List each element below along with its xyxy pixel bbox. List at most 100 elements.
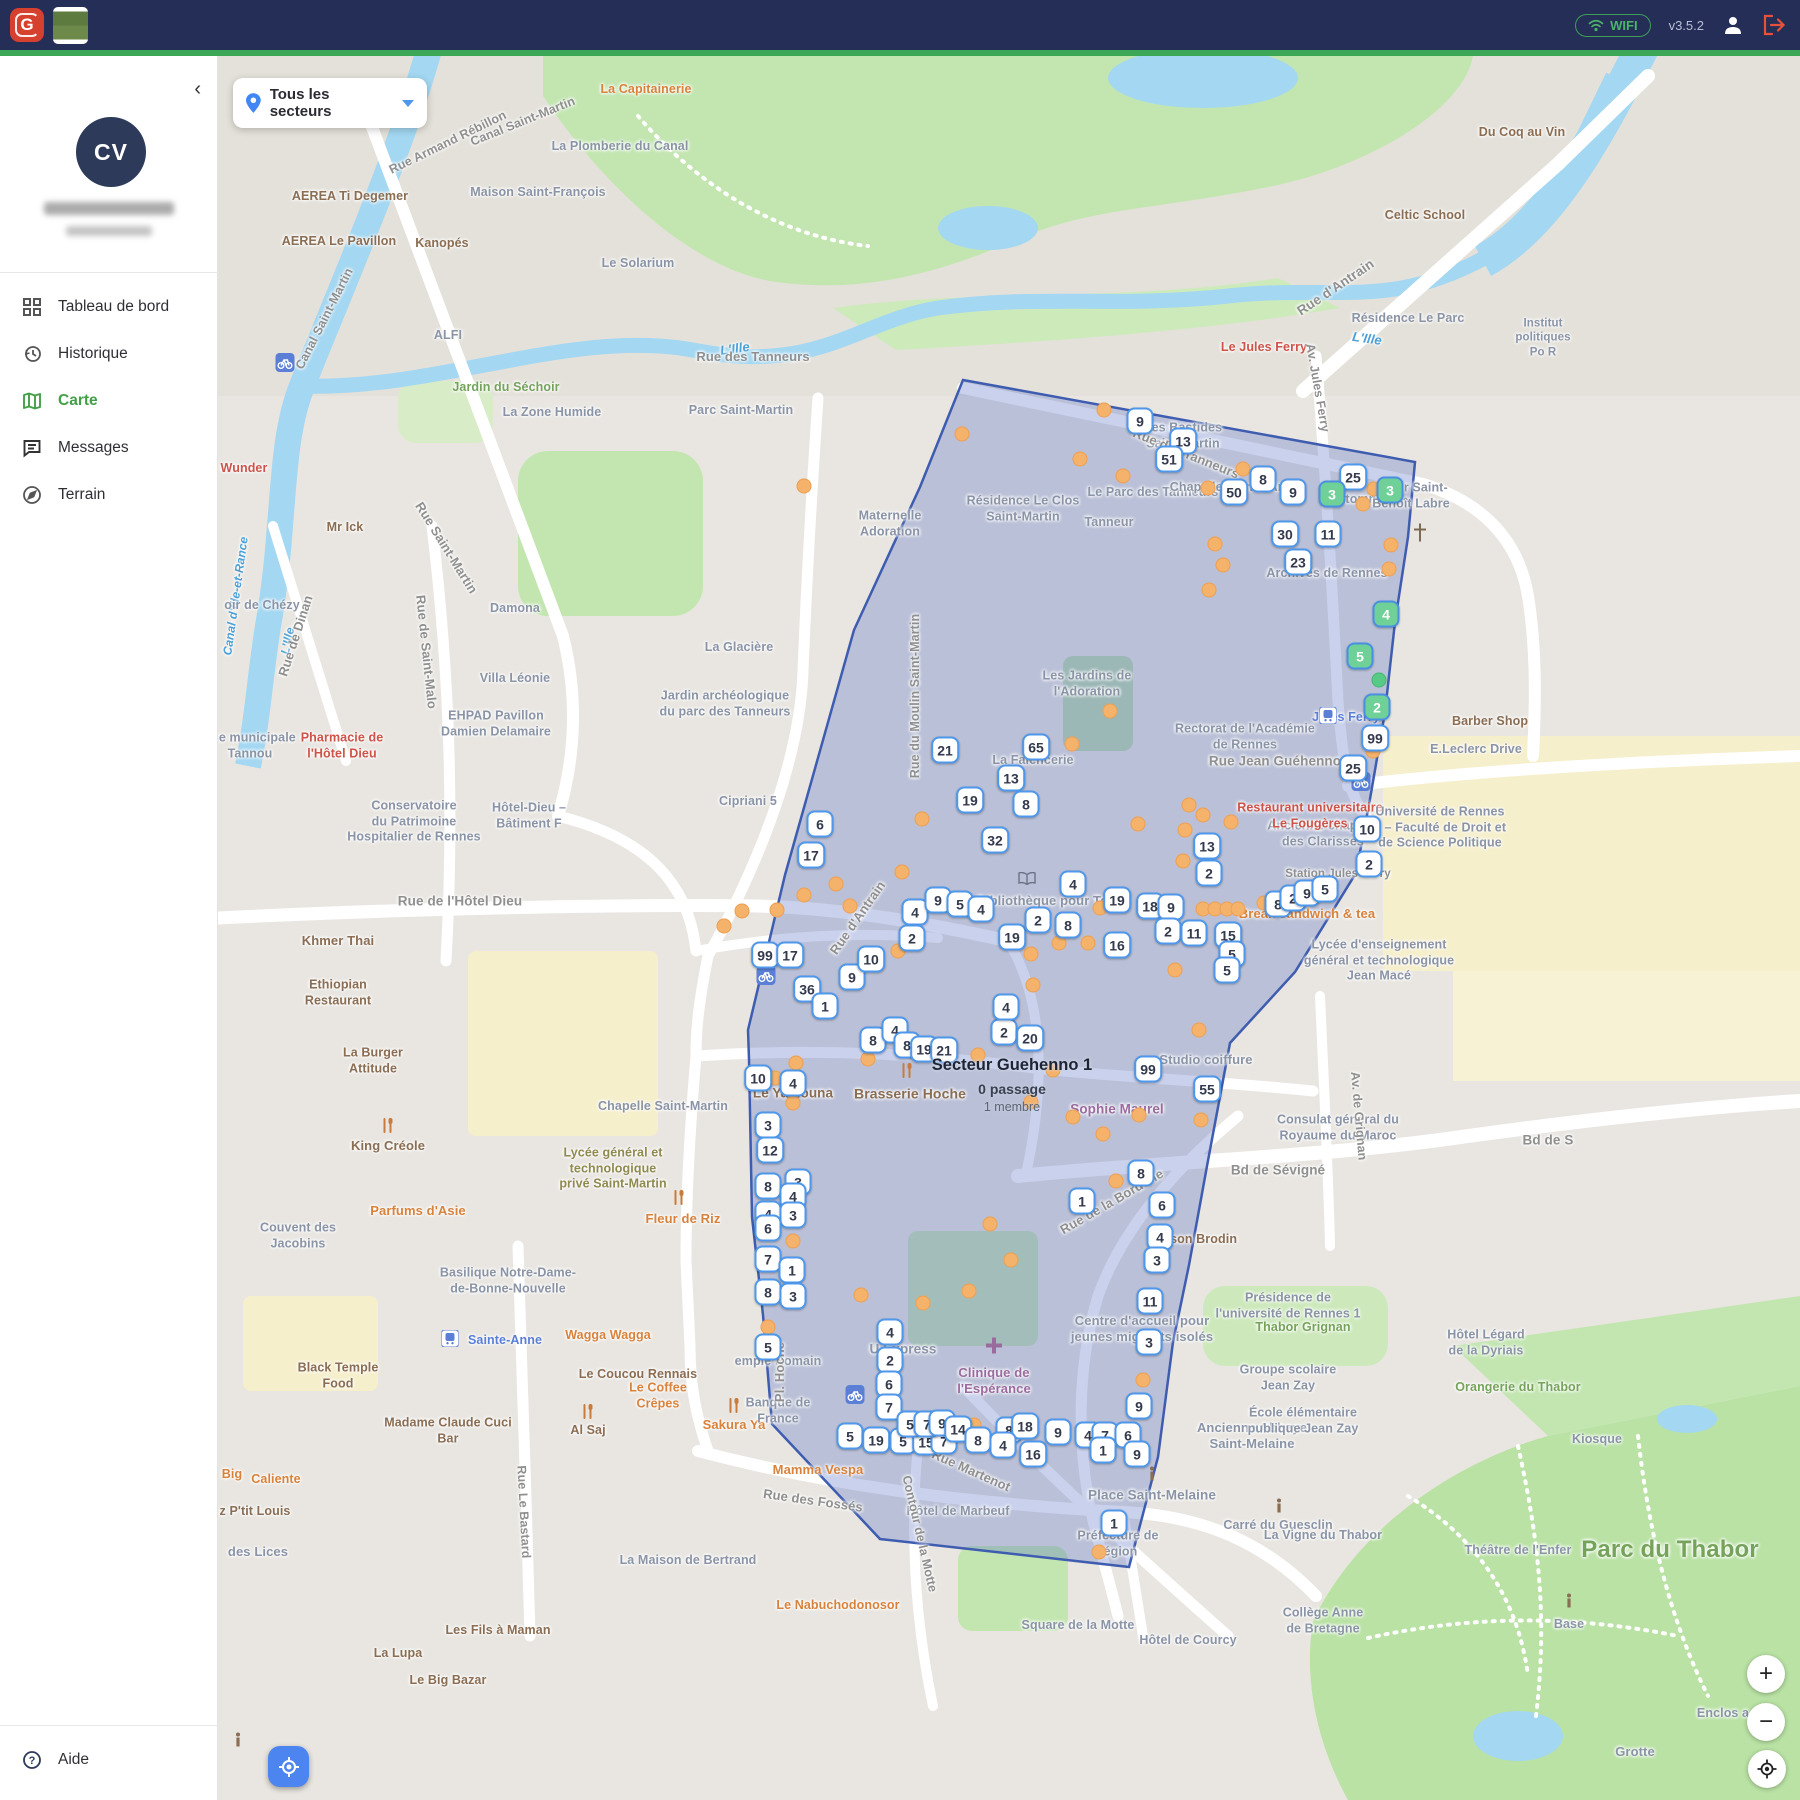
orange-dot-marker[interactable] [1136,1373,1151,1388]
orange-dot-marker[interactable] [1132,1108,1147,1123]
orange-dot-marker[interactable] [916,1296,931,1311]
map-marker[interactable]: 13 [1193,833,1221,860]
orange-dot-marker[interactable] [962,1284,977,1299]
map-marker[interactable]: 5 [1214,957,1241,984]
orange-dot-marker[interactable] [1216,558,1231,573]
map-marker[interactable]: 5 [1347,643,1374,670]
orange-dot-marker[interactable] [1194,1113,1209,1128]
map-marker[interactable]: 2 [991,1019,1018,1046]
sidebar-collapse-icon[interactable]: ‹ [194,78,201,101]
map-marker[interactable]: 17 [797,842,825,869]
map-marker[interactable]: 23 [1284,549,1312,576]
map-marker[interactable]: 8 [1250,466,1277,493]
orange-dot-marker[interactable] [1192,1023,1207,1038]
orange-dot-marker[interactable] [1026,978,1041,993]
sidebar-item-history[interactable]: Historique [0,333,218,375]
map-marker[interactable]: 13 [997,765,1025,792]
orange-dot-marker[interactable] [1231,902,1246,917]
map-marker[interactable]: 4 [877,1319,904,1346]
orange-dot-marker[interactable] [1178,823,1193,838]
map-marker[interactable]: 21 [930,1037,958,1064]
sidebar-item-dashboard[interactable]: Tableau de bord [0,286,218,328]
orange-dot-marker[interactable] [861,1052,876,1067]
map-marker[interactable]: 19 [862,1427,890,1454]
orange-dot-marker[interactable] [717,919,732,934]
map-marker[interactable]: 1 [812,993,839,1020]
orange-dot-marker[interactable] [1236,462,1251,477]
orange-dot-marker[interactable] [971,1048,986,1063]
sector-selector-dropdown[interactable]: Tous les secteurs [233,78,427,128]
orange-dot-marker[interactable] [1004,1253,1019,1268]
orange-dot-marker[interactable] [786,1234,801,1249]
map-marker[interactable]: 12 [756,1137,784,1164]
map-marker[interactable]: 99 [751,942,779,969]
map-marker[interactable]: 16 [1103,932,1131,959]
sidebar-item-help[interactable]: ? Aide [0,1739,218,1781]
map-marker[interactable]: 2 [877,1347,904,1374]
orange-dot-marker[interactable] [735,904,750,919]
map-marker[interactable]: 3 [780,1202,807,1229]
app-logo-icon[interactable]: G [10,8,44,42]
map-marker[interactable]: 2 [1155,918,1182,945]
zoom-out-button[interactable]: − [1747,1703,1785,1741]
map-marker[interactable]: 17 [776,942,804,969]
orange-dot-marker[interactable] [1092,1545,1107,1560]
map-marker[interactable]: 2 [1356,851,1383,878]
map-marker[interactable]: 6 [807,811,834,838]
map-marker[interactable]: 2 [1364,694,1391,721]
orange-dot-marker[interactable] [1182,798,1197,813]
map-marker[interactable]: 3 [780,1283,807,1310]
orange-dot-marker[interactable] [789,1056,804,1071]
photo-thumbnail[interactable] [53,7,88,44]
map-marker[interactable]: 21 [931,737,959,764]
map-marker[interactable]: 11 [1315,521,1342,548]
map-marker[interactable]: 99 [1361,725,1389,752]
map-marker[interactable]: 5 [1312,876,1339,903]
map-marker[interactable]: 30 [1271,521,1299,548]
map-marker[interactable]: 11 [1181,920,1208,947]
map-canvas[interactable]: 9135150892533301123452992521651319832617… [218,56,1800,1800]
map-marker[interactable]: 10 [857,946,885,973]
orange-dot-marker[interactable] [1168,963,1183,978]
map-marker[interactable]: 1 [779,1257,806,1284]
orange-dot-marker[interactable] [1201,481,1216,496]
map-marker[interactable]: 10 [744,1065,772,1092]
orange-dot-marker[interactable] [1196,808,1211,823]
map-marker[interactable]: 1 [1101,1510,1128,1537]
map-marker[interactable]: 2 [1025,907,1052,934]
map-marker[interactable]: 8 [1013,791,1040,818]
orange-dot-marker[interactable] [955,427,970,442]
orange-dot-marker[interactable] [1046,1063,1061,1078]
orange-dot-marker[interactable] [915,812,930,827]
map-marker[interactable]: 9 [1126,1393,1153,1420]
map-marker[interactable]: 4 [1060,871,1087,898]
map-marker[interactable]: 4 [993,994,1020,1021]
orange-dot-marker[interactable] [761,1320,776,1335]
orange-dot-marker[interactable] [797,479,812,494]
orange-dot-marker[interactable] [1096,1127,1111,1142]
map-marker[interactable]: 5 [837,1423,864,1450]
sidebar-item-messages[interactable]: Messages [0,427,218,469]
orange-dot-marker[interactable] [1097,403,1112,418]
zoom-in-button[interactable]: + [1747,1655,1785,1693]
sidebar-item-map[interactable]: Carte [0,380,218,422]
orange-dot-marker[interactable] [843,899,858,914]
map-marker[interactable]: 55 [1193,1076,1221,1103]
map-marker[interactable]: 99 [1134,1056,1162,1083]
locate-me-button[interactable] [268,1746,309,1787]
orange-dot-marker[interactable] [770,903,785,918]
orange-dot-marker[interactable] [1176,854,1191,869]
map-marker[interactable]: 9 [1045,1419,1072,1446]
map-marker[interactable]: 4 [990,1432,1017,1459]
orange-dot-marker[interactable] [1384,538,1399,553]
map-marker[interactable]: 1 [1069,1188,1096,1215]
map-marker[interactable]: 3 [755,1112,782,1139]
map-marker[interactable]: 6 [755,1215,782,1242]
map-marker[interactable]: 8 [755,1279,782,1306]
map-marker[interactable]: 19 [1103,887,1131,914]
map-marker[interactable]: 2 [899,925,926,952]
orange-dot-marker[interactable] [854,1288,869,1303]
orange-dot-marker[interactable] [1065,737,1080,752]
avatar[interactable]: CV [76,117,146,187]
orange-dot-marker[interactable] [1224,815,1239,830]
